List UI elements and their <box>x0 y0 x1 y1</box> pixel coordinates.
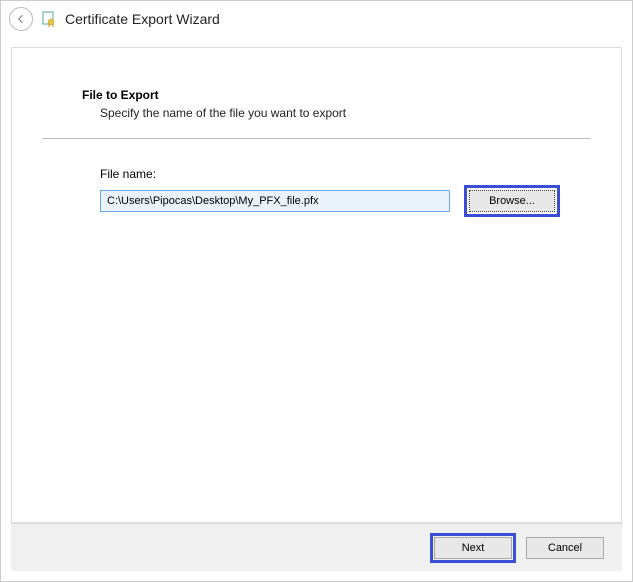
file-name-input[interactable] <box>100 190 450 212</box>
form-area: File name: Browse... <box>52 167 581 217</box>
window-title: Certificate Export Wizard <box>65 11 220 27</box>
divider <box>42 138 591 139</box>
wizard-page: File to Export Specify the name of the f… <box>11 47 622 523</box>
browse-highlight: Browse... <box>464 185 560 217</box>
file-name-label: File name: <box>100 167 581 181</box>
file-input-row: Browse... <box>100 185 581 217</box>
next-button[interactable]: Next <box>434 537 512 559</box>
content-wrapper: File to Export Specify the name of the f… <box>1 37 632 581</box>
browse-button[interactable]: Browse... <box>469 190 555 212</box>
wizard-window: Certificate Export Wizard File to Export… <box>0 0 633 582</box>
arrow-left-icon <box>15 13 27 25</box>
next-highlight: Next <box>430 533 516 563</box>
wizard-footer: Next Cancel <box>11 523 622 571</box>
certificate-icon <box>41 11 57 27</box>
back-button[interactable] <box>9 7 33 31</box>
titlebar: Certificate Export Wizard <box>1 1 632 37</box>
cancel-button[interactable]: Cancel <box>526 537 604 559</box>
page-heading: File to Export <box>52 88 581 102</box>
page-subheading: Specify the name of the file you want to… <box>52 106 581 120</box>
